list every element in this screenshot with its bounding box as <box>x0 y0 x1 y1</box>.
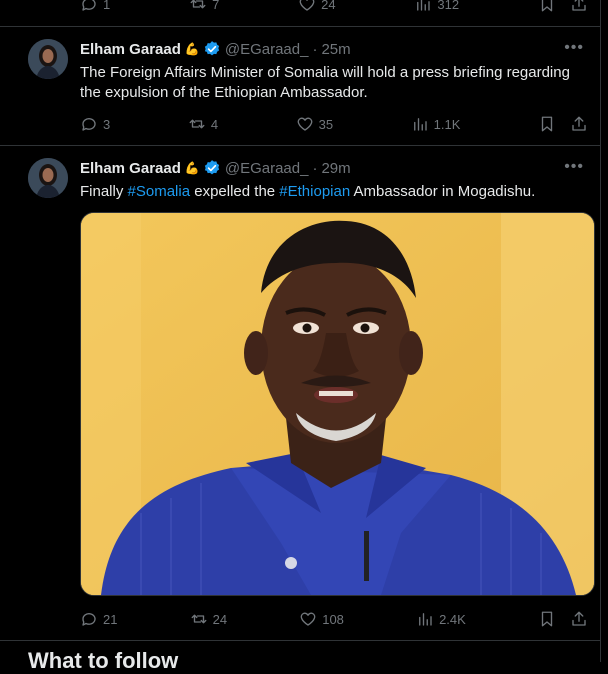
repost-button[interactable]: 24 <box>190 610 227 628</box>
views-count: 2.4K <box>439 611 466 627</box>
bookmark-icon <box>541 611 553 627</box>
repost-button[interactable]: 7 <box>189 0 219 13</box>
text-segment: Ambassador in Mogadishu. <box>350 183 536 200</box>
repost-count: 24 <box>212 611 228 627</box>
like-count: 108 <box>322 611 344 627</box>
bookmark-icon <box>541 0 553 12</box>
views-chart-icon <box>417 0 431 11</box>
section-heading-what-to-follow: What to follow <box>28 648 179 673</box>
views-count: 312 <box>437 0 460 12</box>
bookmark-icon <box>541 116 553 132</box>
text-segment: Finally <box>80 183 128 200</box>
tweet-text: The Foreign Affairs Minister of Somalia … <box>80 64 570 101</box>
share-button[interactable] <box>570 0 588 13</box>
more-options-icon[interactable]: ••• <box>564 39 584 57</box>
more-options-icon[interactable]: ••• <box>564 158 584 176</box>
timestamp[interactable]: 25m <box>321 41 350 58</box>
heart-icon <box>300 612 316 626</box>
reply-count: 1 <box>103 0 111 12</box>
heart-icon <box>297 117 312 131</box>
share-icon <box>572 611 586 626</box>
verified-badge-icon <box>204 41 219 56</box>
tweet-actions: 1 7 24 312 <box>80 0 588 15</box>
tweet-actions: 3 4 35 1.1K <box>80 113 588 135</box>
like-count: 35 <box>318 116 334 132</box>
like-count: 24 <box>321 0 336 12</box>
bookmark-button[interactable] <box>538 610 556 628</box>
tweet-header: Elham Garaad 💪 @EGaraad_ · 25m <box>80 39 560 59</box>
avatar[interactable] <box>28 39 68 79</box>
text-segment: expelled the <box>190 183 280 200</box>
author-name[interactable]: Elham Garaad <box>80 160 181 177</box>
author-name[interactable]: Elham Garaad <box>80 41 181 58</box>
flexed-arm-emoji: 💪 <box>184 161 200 175</box>
hashtag-link[interactable]: #Somalia <box>128 183 191 200</box>
tweet-header: Elham Garaad 💪 @EGaraad_ · 29m <box>80 158 560 178</box>
timestamp[interactable]: 29m <box>321 160 350 177</box>
reply-icon <box>82 0 96 11</box>
reply-button[interactable]: 1 <box>80 0 110 13</box>
avatar[interactable] <box>28 158 68 198</box>
reply-count: 3 <box>103 116 111 132</box>
tweet-actions: 21 24 108 2.4K <box>80 608 588 630</box>
views-chart-icon <box>413 118 427 131</box>
repost-count: 4 <box>210 116 219 132</box>
flexed-arm-emoji: 💪 <box>184 42 200 56</box>
timeline-column: 1 7 24 312 Elham Garaad 💪 @EGaraad_ · 25… <box>0 0 601 673</box>
reply-button[interactable]: 3 <box>80 115 110 133</box>
verified-badge-icon <box>204 160 219 175</box>
hashtag-link[interactable]: #Ethiopian <box>279 183 350 200</box>
tweet[interactable]: Elham Garaad 💪 @EGaraad_ · 29m ••• Final… <box>0 146 600 641</box>
repost-icon <box>189 119 205 129</box>
tweet-text: Finally #Somalia expelled the #Ethiopian… <box>80 182 580 202</box>
like-button[interactable]: 24 <box>298 0 336 13</box>
reply-button[interactable]: 21 <box>80 610 117 628</box>
avatar-image <box>28 39 68 79</box>
share-button[interactable] <box>570 610 588 628</box>
tweet[interactable]: Elham Garaad 💪 @EGaraad_ · 25m ••• The F… <box>0 27 600 146</box>
photo-ambassador-portrait <box>81 213 594 595</box>
reply-icon <box>82 118 96 131</box>
heart-icon <box>299 0 315 11</box>
repost-icon <box>190 0 206 9</box>
share-button[interactable] <box>570 115 588 133</box>
separator: · <box>312 40 318 58</box>
like-button[interactable]: 108 <box>299 610 344 628</box>
like-button[interactable]: 35 <box>296 115 333 133</box>
views-button[interactable]: 1.1K <box>411 115 461 133</box>
views-button[interactable]: 2.4K <box>416 610 466 628</box>
tweet-partial[interactable]: 1 7 24 312 <box>0 0 600 27</box>
author-handle[interactable]: @EGaraad_ <box>225 41 309 58</box>
views-count: 1.1K <box>433 116 461 132</box>
bookmark-button[interactable] <box>538 0 556 13</box>
views-button[interactable]: 312 <box>414 0 459 13</box>
reply-icon <box>82 613 96 626</box>
bookmark-button[interactable] <box>538 115 556 133</box>
author-handle[interactable]: @EGaraad_ <box>225 160 309 177</box>
repost-icon <box>191 614 207 624</box>
separator: · <box>312 159 318 177</box>
repost-count: 7 <box>212 0 220 12</box>
share-icon <box>572 116 586 131</box>
repost-button[interactable]: 4 <box>188 115 218 133</box>
share-icon <box>572 0 586 11</box>
avatar-image <box>28 158 68 198</box>
tweet-photo[interactable] <box>80 212 595 596</box>
views-chart-icon <box>419 613 432 626</box>
reply-count: 21 <box>103 611 118 627</box>
